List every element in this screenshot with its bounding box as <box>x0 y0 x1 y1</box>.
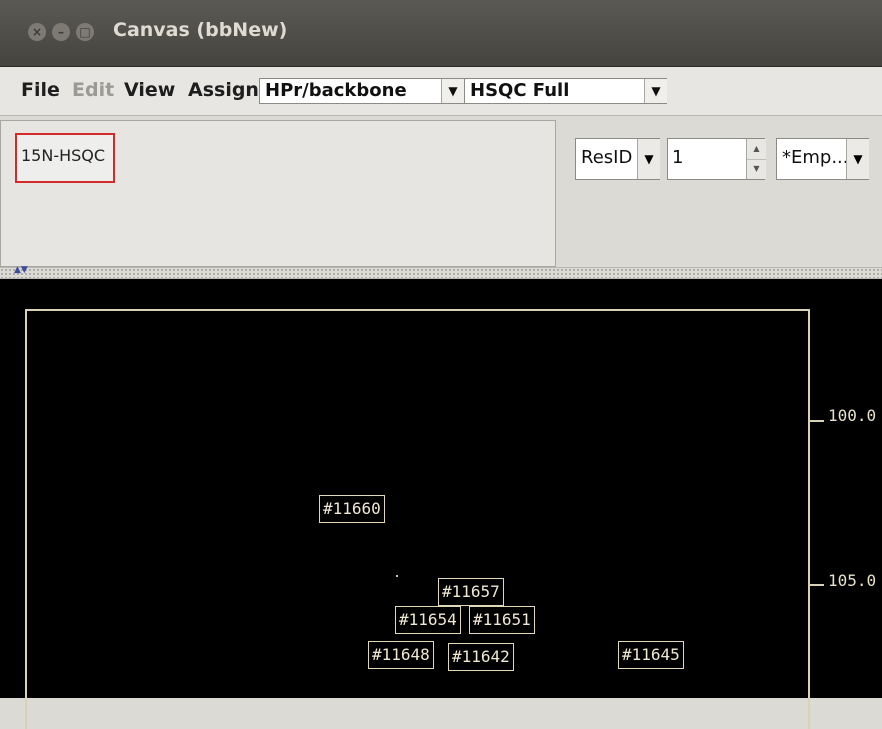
peak-label[interactable]: #11651 <box>469 606 535 634</box>
molecule-selector-value: HPr/backbone <box>265 80 407 101</box>
residue-field-selector[interactable]: ResID ▼ <box>575 138 660 180</box>
empty-selector[interactable]: *Emp... ▼ <box>776 138 869 180</box>
axis-tick-label: 100.0 <box>828 406 877 425</box>
spinner-down-icon[interactable]: ▼ <box>747 159 766 179</box>
chevron-down-icon[interactable]: ▼ <box>846 139 869 179</box>
peak-label[interactable]: #11660 <box>319 495 385 523</box>
menu-assign[interactable]: Assign <box>188 79 259 101</box>
menu-edit[interactable]: Edit <box>72 79 114 101</box>
peak-label[interactable]: #11642 <box>448 643 514 671</box>
axis-tick <box>810 584 824 586</box>
chevron-down-icon[interactable]: ▼ <box>644 79 667 103</box>
split-pane-divider[interactable]: ▲▼ <box>0 265 882 279</box>
spinner-up-icon[interactable]: ▲ <box>747 139 766 160</box>
menu-file[interactable]: File <box>21 79 60 101</box>
residue-field-value: ResID <box>581 147 633 168</box>
window-title: Canvas (bbNew) <box>113 19 288 41</box>
peaklist-selector[interactable]: HSQC Full ▼ <box>464 78 667 104</box>
molecule-selector[interactable]: HPr/backbone ▼ <box>259 78 464 104</box>
peak-label[interactable]: #11654 <box>395 606 461 634</box>
axis-tick <box>810 420 824 422</box>
peak-label[interactable]: #11648 <box>368 641 434 669</box>
empty-selector-value: *Emp... <box>782 147 849 168</box>
residue-number-spinner[interactable]: ▲ ▼ <box>746 139 766 179</box>
peak-marker <box>396 575 398 577</box>
peak-label[interactable]: #11657 <box>438 578 504 606</box>
menu-view[interactable]: View <box>124 79 175 101</box>
minimize-window-icon[interactable]: – <box>52 23 70 41</box>
peaklist-selector-value: HSQC Full <box>470 80 570 101</box>
window-titlebar: × – □ Canvas (bbNew) <box>0 0 882 67</box>
chevron-down-icon[interactable]: ▼ <box>637 139 660 179</box>
axis-tick-label: 105.0 <box>828 571 877 590</box>
menu-bar: File Edit View Assign HPr/backbone ▼ HSQ… <box>0 67 882 116</box>
chevron-down-icon[interactable]: ▼ <box>441 79 464 103</box>
peak-label[interactable]: #11645 <box>618 641 684 669</box>
close-window-icon[interactable]: × <box>28 23 46 41</box>
spectrum-label[interactable]: 15N-HSQC <box>15 133 115 183</box>
collapse-arrows-icon[interactable]: ▲▼ <box>14 265 28 275</box>
maximize-window-icon[interactable]: □ <box>76 23 94 41</box>
residue-number-value: 1 <box>672 147 684 168</box>
